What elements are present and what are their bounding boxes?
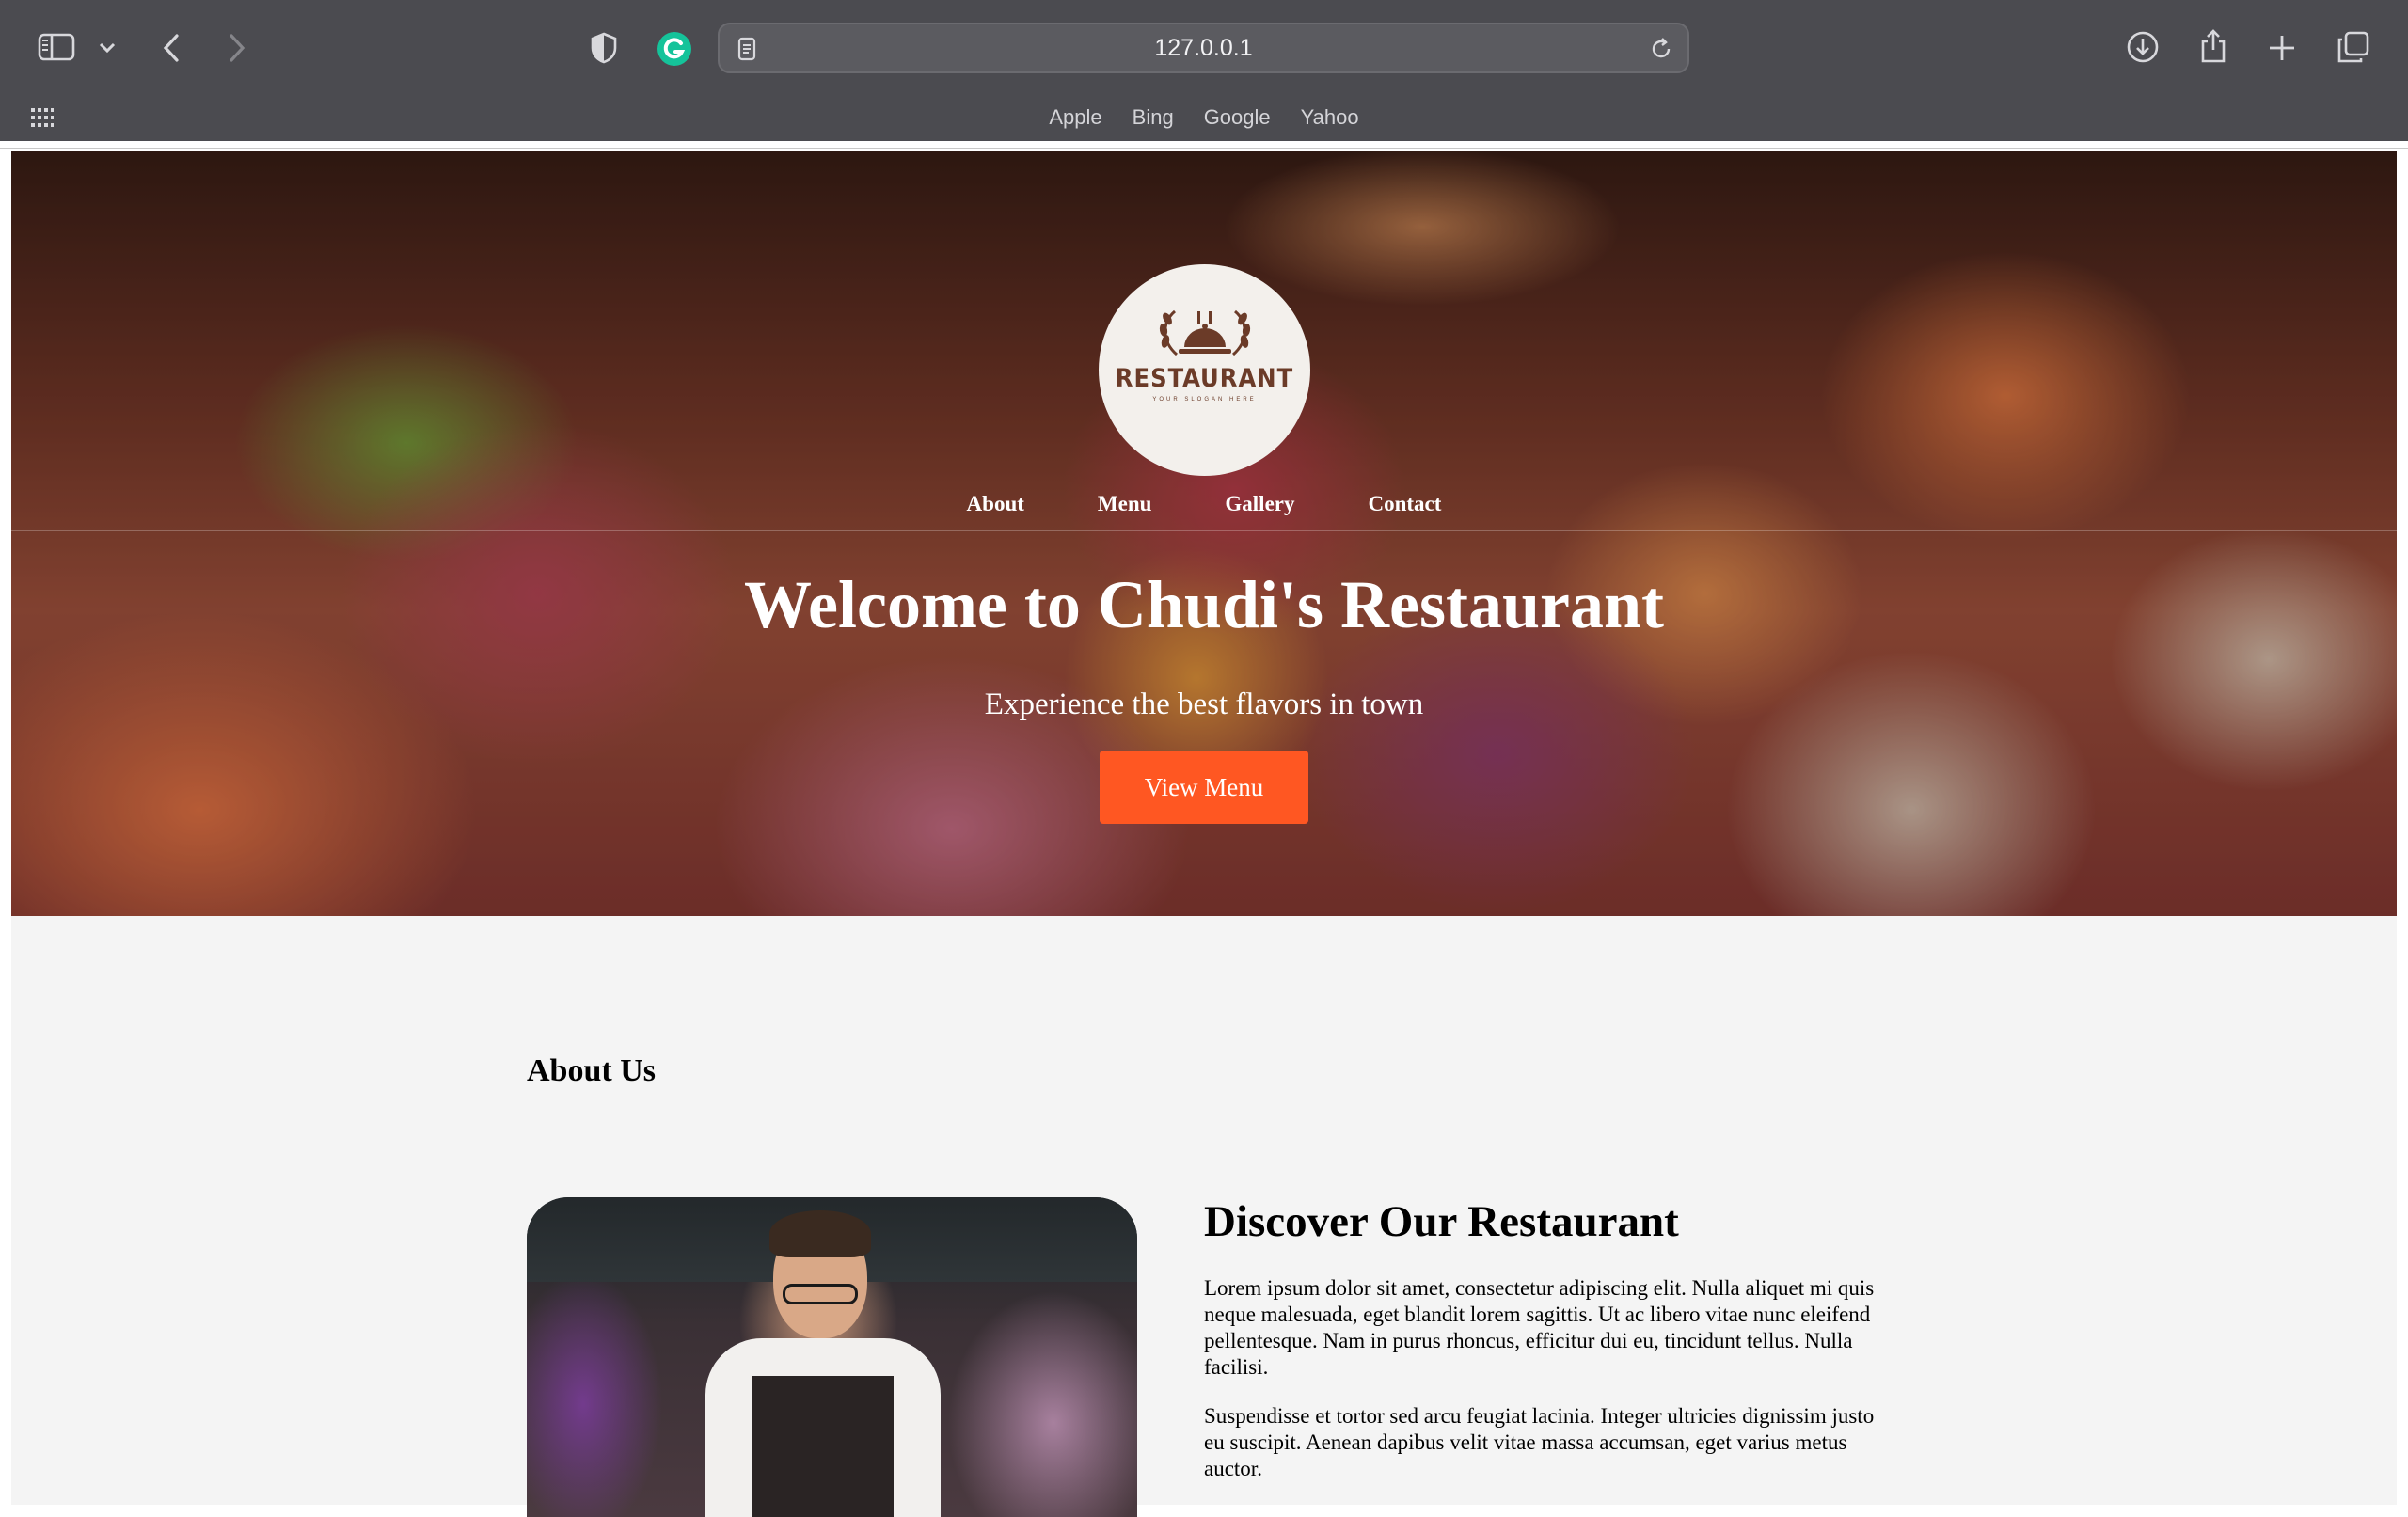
- forward-arrow-icon[interactable]: [222, 30, 252, 66]
- nav-menu[interactable]: Menu: [1061, 492, 1189, 516]
- about-paragraph-2: Suspendisse et tortor sed arcu feugiat l…: [1204, 1404, 1875, 1480]
- share-icon[interactable]: [2194, 26, 2232, 66]
- nav-about[interactable]: About: [930, 492, 1061, 516]
- chef-photo: [527, 1197, 1137, 1517]
- nav-contact[interactable]: Contact: [1332, 492, 1479, 516]
- hero-section: RESTAURANT YOUR SLOGAN HERE About Menu G…: [11, 151, 2397, 916]
- cloche-laurel-icon: [1159, 309, 1250, 356]
- download-icon[interactable]: [2124, 28, 2162, 66]
- bookmark-apple[interactable]: Apple: [1049, 105, 1101, 130]
- bookmarks-list: Apple Bing Google Yahoo: [0, 94, 2408, 141]
- page-top-border: [0, 141, 2408, 149]
- browser-toolbar: 127.0.0.1 Apple Bing Google Yahoo: [0, 0, 2408, 141]
- address-bar-url[interactable]: 127.0.0.1: [720, 24, 1687, 71]
- sidebar-toggle-icon[interactable]: [36, 30, 77, 64]
- new-tab-plus-icon[interactable]: [2264, 30, 2300, 66]
- nav-gallery[interactable]: Gallery: [1188, 492, 1331, 516]
- main-nav: About Menu Gallery Contact: [11, 492, 2397, 516]
- about-paragraph-1: Lorem ipsum dolor sit amet, consectetur …: [1204, 1276, 1875, 1379]
- reload-icon[interactable]: [1648, 36, 1674, 62]
- bookmark-yahoo[interactable]: Yahoo: [1301, 105, 1359, 130]
- bookmark-google[interactable]: Google: [1204, 105, 1271, 130]
- chef-apron: [752, 1376, 894, 1517]
- chevron-down-icon[interactable]: [94, 36, 120, 60]
- bookmark-bing[interactable]: Bing: [1133, 105, 1174, 130]
- logo-brand-text: RESTAURANT: [1115, 364, 1294, 393]
- chef-glasses: [783, 1284, 858, 1304]
- about-heading: About Us: [527, 1053, 656, 1088]
- about-subheading: Discover Our Restaurant: [1204, 1197, 1679, 1246]
- view-menu-button[interactable]: View Menu: [1100, 751, 1308, 824]
- back-arrow-icon[interactable]: [156, 30, 186, 66]
- address-bar[interactable]: 127.0.0.1: [718, 23, 1689, 73]
- favorites-bar: Apple Bing Google Yahoo: [0, 94, 2408, 141]
- hero-title: Welcome to Chudi's Restaurant: [744, 567, 1664, 642]
- hero-subtitle: Experience the best flavors in town: [984, 687, 1424, 721]
- grammarly-extension-icon[interactable]: [656, 30, 693, 68]
- privacy-shield-icon[interactable]: [585, 30, 623, 66]
- about-section: About Us Discover Our Restaurant Lorem i…: [11, 916, 2397, 1517]
- nav-divider: [11, 530, 2397, 531]
- chef-hair: [769, 1210, 871, 1257]
- logo-slogan-text: YOUR SLOGAN HERE: [1152, 397, 1257, 403]
- browser-top-row: 127.0.0.1: [0, 0, 2408, 94]
- restaurant-logo[interactable]: RESTAURANT YOUR SLOGAN HERE: [1099, 264, 1310, 476]
- tab-overview-icon[interactable]: [2335, 28, 2372, 66]
